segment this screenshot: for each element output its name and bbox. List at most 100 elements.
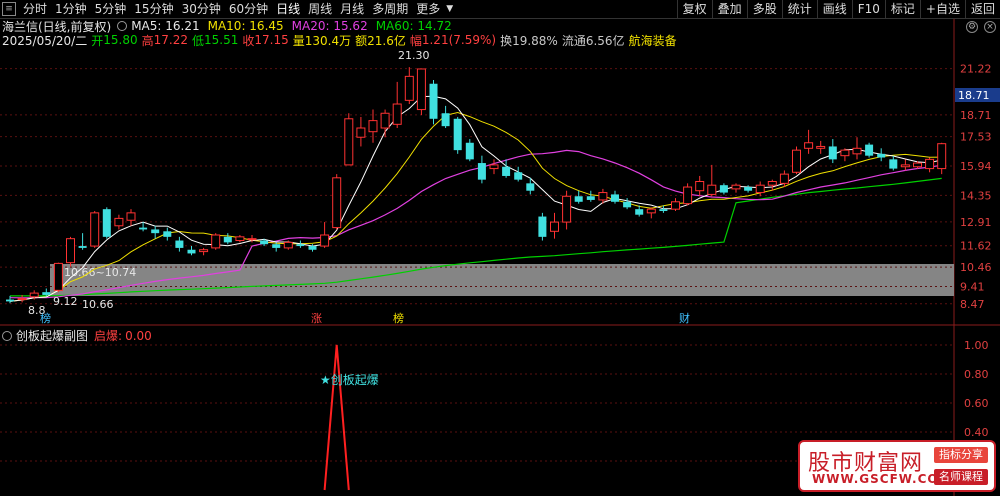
candle-up: [489, 164, 499, 170]
candle-down: [465, 142, 474, 160]
watermark-badge-course: 名师课程: [934, 469, 988, 485]
y-tick-label: 11.62: [960, 240, 992, 253]
watermark-logo: 股市财富网 WWW.GSCFW.COM 指标分享 名师课程: [798, 440, 996, 492]
marker-finance: 财: [679, 311, 690, 325]
candle-up: [755, 184, 765, 194]
candle-up: [53, 262, 63, 291]
candle-down: [453, 118, 462, 151]
sub-y-tick-label: 1.00: [964, 339, 989, 352]
candle-down: [163, 231, 172, 237]
sub-chart-title-line: 创板起爆副图 启爆: 0.00: [0, 327, 152, 344]
candle-down: [611, 194, 619, 202]
candle-down: [102, 209, 111, 237]
candle-up: [707, 184, 717, 195]
candle-down: [526, 183, 535, 191]
y-tick-label: 8.47: [960, 298, 985, 311]
candle-up: [356, 127, 366, 138]
candle-up: [247, 238, 257, 241]
candle-up: [380, 112, 390, 129]
candle-up: [779, 173, 789, 184]
candle-down: [865, 144, 874, 156]
candle-up: [792, 149, 801, 173]
candle-up: [332, 177, 342, 229]
candle-up: [816, 145, 826, 149]
candle-up: [199, 249, 209, 253]
watermark-badge-share: 指标分享: [934, 447, 988, 463]
y-tick-label: 15.94: [960, 160, 992, 173]
candle-up: [900, 164, 910, 168]
candle-down: [877, 153, 886, 158]
y-tick-label: 12.91: [960, 216, 992, 229]
y-tick-label: 17.53: [960, 131, 992, 144]
indicator-label: 启爆:: [94, 329, 123, 343]
candle-down: [78, 246, 87, 248]
candle-up: [235, 236, 245, 242]
candle-up: [913, 162, 922, 168]
candle-down: [441, 113, 450, 127]
candle-up: [126, 212, 136, 221]
candle-down: [719, 185, 728, 193]
candle-down: [429, 83, 438, 119]
candle-up: [114, 217, 124, 227]
sub-y-tick-label: 0.80: [964, 368, 989, 381]
sub-chart-title: 创板起爆副图: [16, 329, 89, 343]
candle-down: [151, 229, 160, 234]
candle-up: [29, 292, 39, 298]
candle-up: [404, 75, 414, 101]
watermark-url: WWW.GSCFW.COM: [812, 472, 952, 486]
candle-up: [852, 147, 862, 155]
candle-up: [283, 241, 293, 249]
candle-down: [308, 246, 317, 250]
candle-up: [66, 238, 75, 264]
marker-limit-up: 涨: [311, 312, 322, 325]
current-price-value: 18.71: [958, 89, 990, 102]
candle-up: [211, 234, 221, 249]
price-zone-band: [50, 264, 954, 296]
candle-up: [683, 186, 693, 205]
candle-down: [223, 236, 232, 243]
candle-up: [804, 142, 814, 149]
candle-down: [175, 240, 184, 248]
candle-down: [272, 244, 281, 248]
y-tick-label: 21.22: [960, 63, 992, 76]
candle-down: [502, 166, 511, 176]
candle-down: [828, 146, 837, 160]
sub-y-tick-label: 0.60: [964, 397, 989, 410]
kline-chart[interactable]: 10.66~10.74 21.22 18.71 17.53 15.94 14.35 12.…: [0, 0, 1000, 496]
candle-up: [925, 158, 935, 170]
signal-label: ★创板起爆: [320, 373, 379, 387]
y-tick-label: 9.41: [960, 280, 985, 293]
indicator-value: 0.00: [125, 328, 152, 343]
candle-up: [368, 120, 378, 133]
candle-up: [695, 181, 705, 192]
candle-down: [538, 216, 547, 237]
candle-down: [477, 163, 486, 180]
candle-down: [42, 292, 51, 295]
candle-up: [598, 192, 608, 201]
candle-up: [937, 143, 947, 170]
candle-up: [767, 181, 777, 186]
signal-line: [323, 344, 350, 491]
settings-circle-icon[interactable]: [2, 330, 12, 341]
candle-up: [731, 184, 741, 190]
candle-down: [514, 172, 523, 180]
candle-up: [840, 149, 850, 157]
candle-down: [6, 299, 14, 302]
marker-list: 榜: [393, 311, 404, 325]
y-tick-label: 18.71: [960, 109, 992, 122]
candle-up: [671, 201, 680, 210]
candle-up: [320, 234, 330, 247]
candle-up: [550, 221, 559, 232]
y-tick-label: 10.46: [960, 261, 992, 274]
candle-down: [260, 240, 269, 245]
candle-up: [392, 103, 402, 125]
low-label-2: 10.66: [82, 298, 114, 311]
candle-up: [17, 298, 27, 301]
marker-left: 榜: [40, 311, 51, 325]
candle-up: [562, 195, 572, 223]
candle-down: [744, 187, 753, 191]
candle-up: [344, 118, 354, 166]
zone-label: 10.66~10.74: [64, 266, 136, 279]
candle-down: [586, 196, 595, 200]
candle-up: [646, 208, 656, 214]
